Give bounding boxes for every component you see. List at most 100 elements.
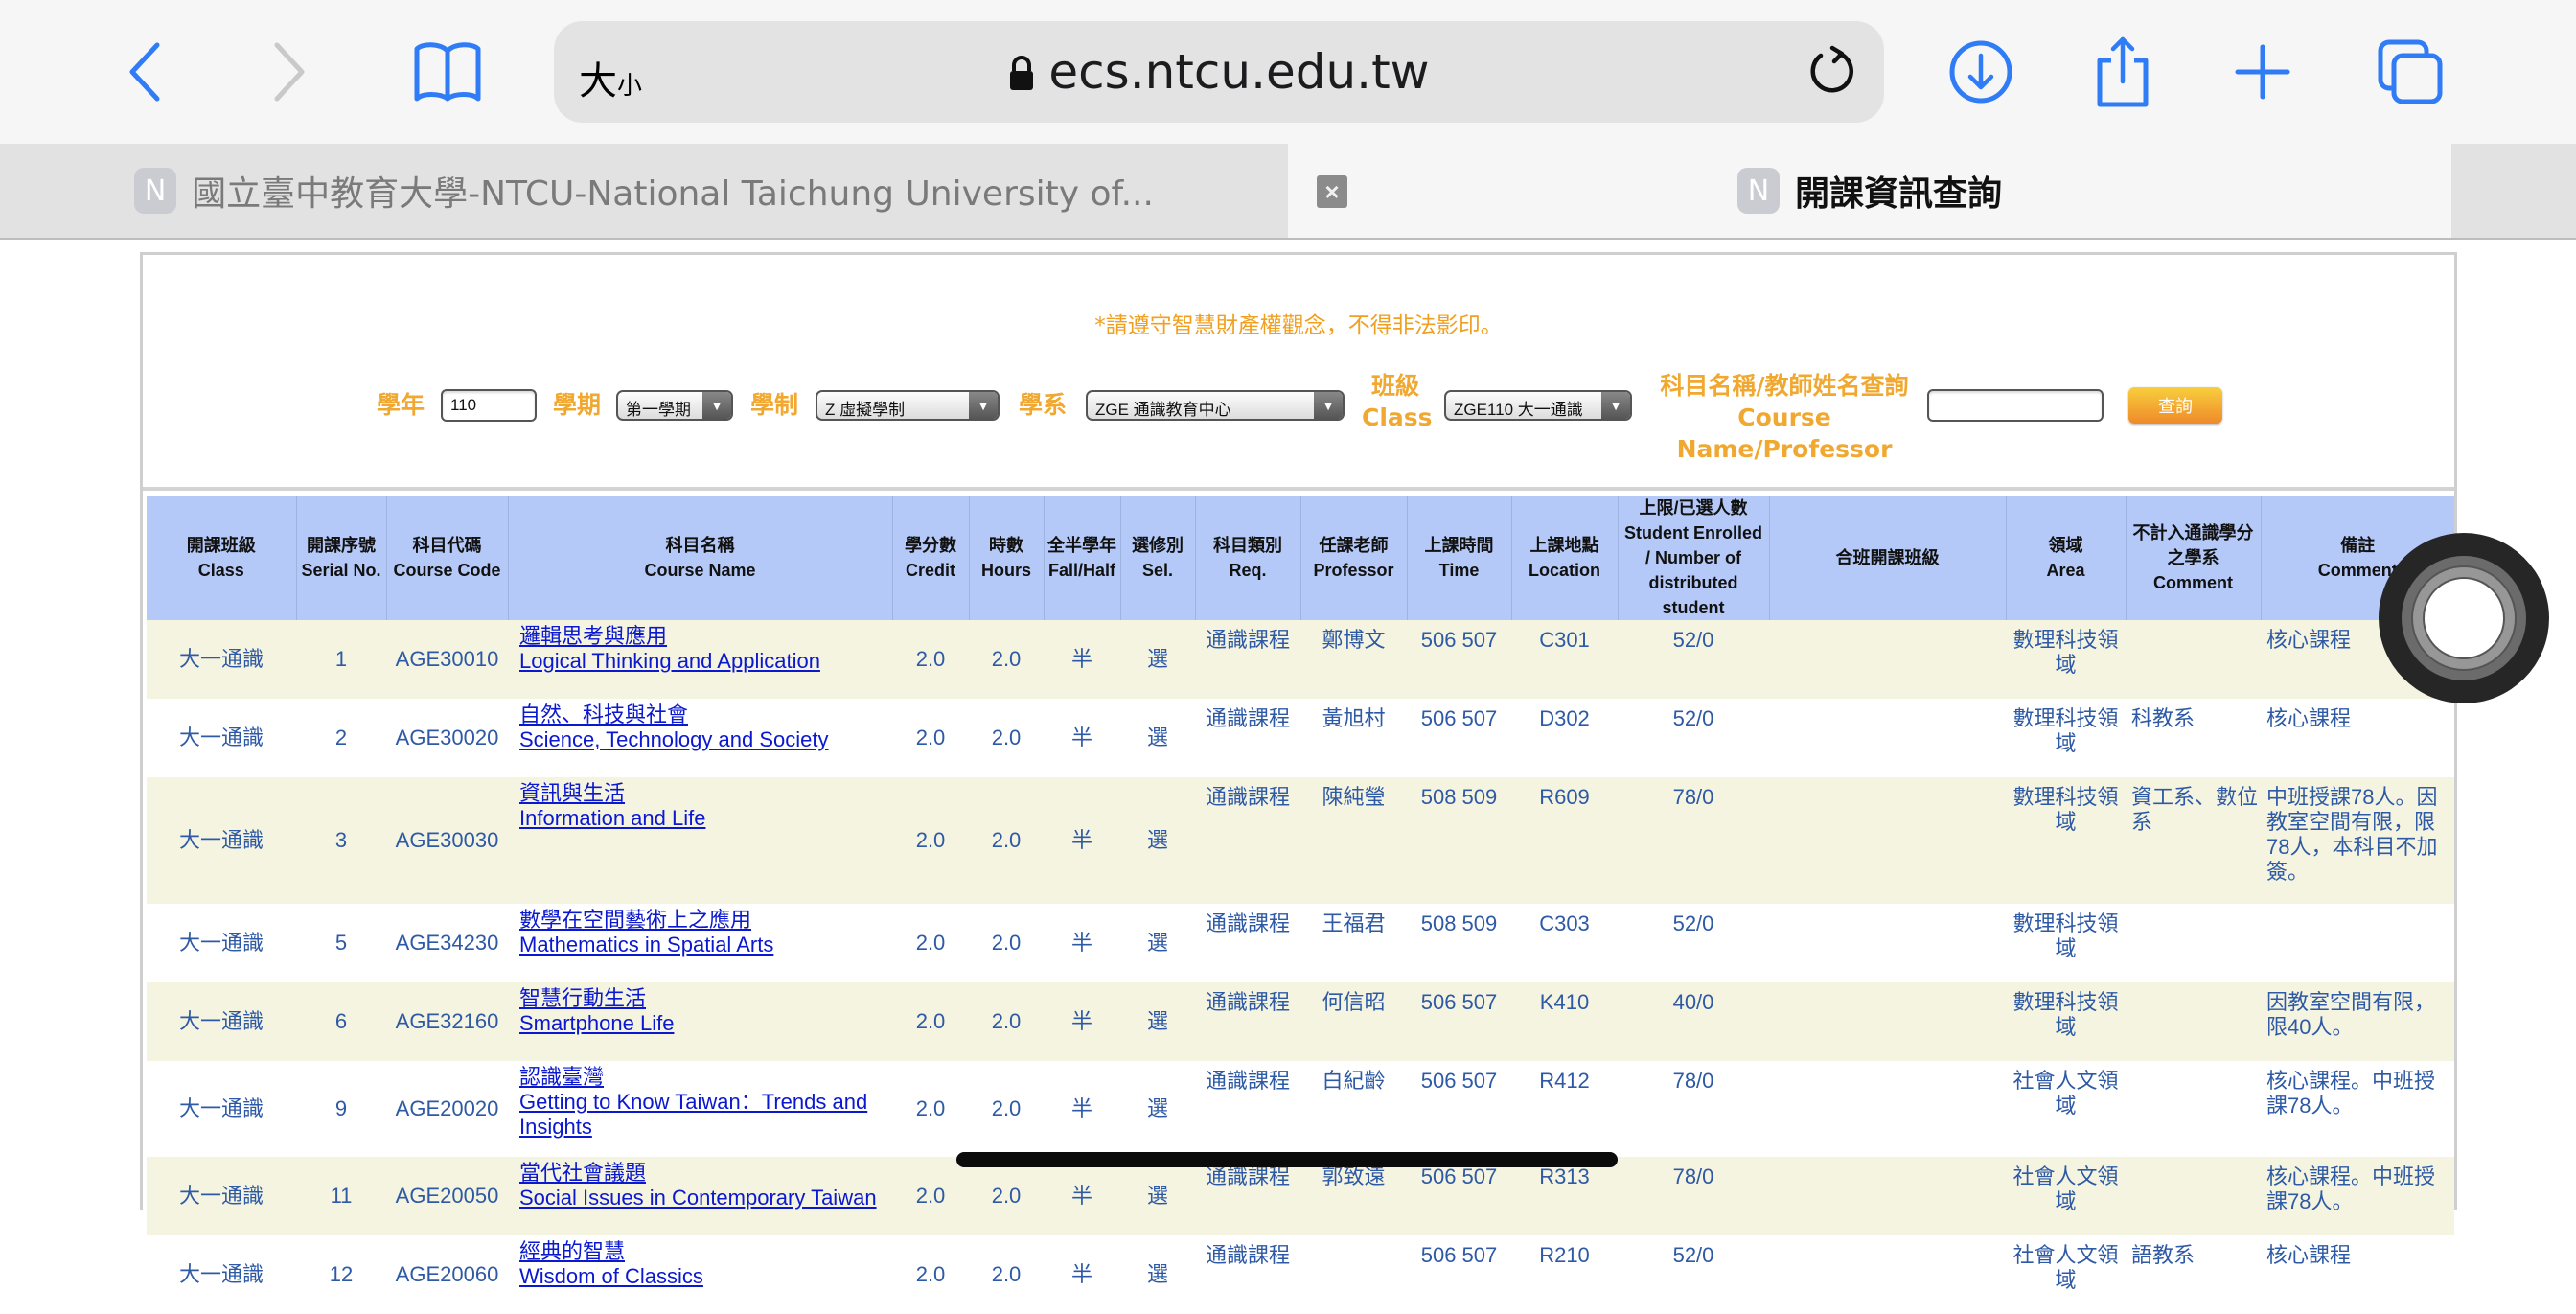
forward-button[interactable] [247, 29, 334, 115]
cell-requirement: 通識課程 [1195, 904, 1300, 982]
cell-area: 數理科技領域 [2006, 982, 2126, 1061]
cell-area: 數理科技領域 [2006, 620, 2126, 699]
url-display[interactable]: ecs.ntcu.edu.tw [554, 44, 1884, 104]
cell-combined-class [1769, 1061, 2006, 1157]
reload-button[interactable] [1804, 44, 1857, 103]
cell-combined-class [1769, 1157, 2006, 1235]
cell-time: 508 509 [1407, 777, 1511, 904]
close-tab-icon[interactable]: × [1317, 175, 1347, 208]
course-name-en-link[interactable]: Science, Technology and Society [519, 727, 892, 752]
assistive-touch-button[interactable] [2379, 533, 2549, 703]
search-button[interactable]: 查詢 [2128, 387, 2222, 424]
new-tab-button[interactable] [2220, 29, 2306, 115]
chevron-right-icon [274, 42, 305, 102]
home-indicator[interactable] [956, 1152, 1618, 1167]
course-name-en-link[interactable]: Mathematics in Spatial Arts [519, 933, 892, 957]
course-name-zh-link[interactable]: 當代社會議題 [519, 1161, 892, 1186]
cell-area: 社會人文領域 [2006, 1235, 2126, 1314]
cell-credit: 2.0 [892, 620, 969, 699]
course-name-zh-link[interactable]: 自然、科技與社會 [519, 703, 892, 727]
cell-course-code: AGE30020 [386, 699, 508, 777]
tab-title: 開課資訊查詢 [1794, 174, 2002, 214]
dropdown-arrow-icon: ▼ [969, 392, 998, 419]
cell-course-code: AGE20020 [386, 1061, 508, 1157]
cell-excluded-dept: 科教系 [2126, 699, 2261, 777]
column-header-serial-no: 開課序號 Serial No. [295, 496, 386, 620]
cell-enrollment: 78/0 [1618, 777, 1769, 904]
cell-time: 506 507 [1407, 699, 1511, 777]
cell-serial-no: 5 [296, 904, 386, 982]
semester-select[interactable]: 第一學期 ▼ [616, 390, 733, 421]
tab-bar: N 國立臺中教育大學-NTCU-National Taichung Univer… [0, 144, 2576, 240]
copyright-notice: *請遵守智慧財產權觀念，不得非法影印。 [1094, 313, 1503, 338]
cell-enrollment: 52/0 [1618, 699, 1769, 777]
cell-hours: 2.0 [969, 699, 1044, 777]
column-header-professor: 任課老師 Professor [1300, 496, 1407, 620]
cell-class: 大一通識 [147, 620, 296, 699]
cell-course-code: AGE34230 [386, 904, 508, 982]
course-name-zh-link[interactable]: 資訊與生活 [519, 781, 892, 806]
cell-excluded-dept [2126, 982, 2261, 1061]
cell-comment: 核心課程 [2261, 1235, 2454, 1314]
column-header-class: 開課班級 Class [147, 496, 296, 620]
cell-course-name: 經典的智慧 Wisdom of Classics [508, 1235, 892, 1314]
cell-fall-half: 半 [1044, 1235, 1120, 1314]
share-button[interactable] [2080, 29, 2166, 115]
bookmarks-button[interactable] [404, 29, 491, 115]
back-button[interactable] [101, 29, 187, 115]
course-name-en-link[interactable]: Logical Thinking and Application [519, 649, 892, 674]
cell-fall-half: 半 [1044, 904, 1120, 982]
cell-time: 506 507 [1407, 982, 1511, 1061]
cell-class: 大一通識 [147, 777, 296, 904]
cell-area: 社會人文領域 [2006, 1157, 2126, 1235]
table-row: 大一通識 9 AGE20020 認識臺灣 Getting to Know Taiwan：… [147, 1061, 2454, 1157]
cell-class: 大一通識 [147, 699, 296, 777]
course-name-zh-link[interactable]: 智慧行動生活 [519, 986, 892, 1011]
cell-location: R609 [1511, 777, 1618, 904]
tab-course-query[interactable]: × N 開課資訊查詢 [1288, 144, 2451, 238]
address-bar[interactable]: 大小 ecs.ntcu.edu.tw [554, 21, 1884, 123]
course-professor-search-input[interactable] [1927, 389, 2104, 422]
course-name-zh-link[interactable]: 經典的智慧 [519, 1239, 892, 1264]
cell-requirement: 通識課程 [1195, 982, 1300, 1061]
cell-fall-half: 半 [1044, 982, 1120, 1061]
cell-excluded-dept [2126, 904, 2261, 982]
favicon-icon: N [134, 168, 177, 214]
system-select[interactable]: Z 虛擬學制 ▼ [816, 390, 1000, 421]
course-name-en-link[interactable]: Getting to Know Taiwan：Trends and Insigh… [519, 1090, 892, 1140]
cell-course-name: 數學在空間藝術上之應用 Mathematics in Spatial Arts [508, 904, 892, 982]
course-name-zh-link[interactable]: 數學在空間藝術上之應用 [519, 908, 892, 933]
year-input[interactable] [441, 389, 537, 422]
cell-serial-no: 12 [296, 1235, 386, 1314]
cell-hours: 2.0 [969, 620, 1044, 699]
course-name-zh-link[interactable]: 邏輯思考與應用 [519, 624, 892, 649]
class-select[interactable]: ZGE110 大一通識 ▼ [1444, 390, 1632, 421]
cell-location: R313 [1511, 1157, 1618, 1235]
cell-selection: 選 [1120, 777, 1195, 904]
course-name-en-link[interactable]: Social Issues in Contemporary Taiwan [519, 1186, 892, 1210]
cell-fall-half: 半 [1044, 777, 1120, 904]
cell-course-name: 邏輯思考與應用 Logical Thinking and Application [508, 620, 892, 699]
cell-area: 數理科技領域 [2006, 699, 2126, 777]
cell-combined-class [1769, 620, 2006, 699]
cell-time: 506 507 [1407, 1235, 1511, 1314]
system-label: 學制 [750, 391, 799, 419]
cell-professor: 白紀齡 [1300, 1061, 1407, 1157]
course-name-en-link[interactable]: Information and Life [519, 806, 892, 831]
course-name-zh-link[interactable]: 認識臺灣 [519, 1065, 892, 1090]
cell-credit: 2.0 [892, 1061, 969, 1157]
course-name-en-link[interactable]: Smartphone Life [519, 1011, 892, 1036]
cell-course-code: AGE30010 [386, 620, 508, 699]
cell-course-name: 自然、科技與社會 Science, Technology and Society [508, 699, 892, 777]
cell-location: R412 [1511, 1061, 1618, 1157]
department-select[interactable]: ZGE 通識教育中心 ▼ [1086, 390, 1345, 421]
course-name-en-link[interactable]: Wisdom of Classics [519, 1264, 892, 1289]
tabs-overview-button[interactable] [2367, 29, 2453, 115]
cell-hours: 2.0 [969, 777, 1044, 904]
cell-comment: 核心課程 [2261, 699, 2454, 777]
tab-ntcu-home[interactable]: N 國立臺中教育大學-NTCU-National Taichung Univer… [0, 144, 1288, 238]
downloads-button[interactable] [1938, 29, 2024, 115]
cell-credit: 2.0 [892, 1157, 969, 1235]
dropdown-arrow-icon: ▼ [1314, 392, 1343, 419]
cell-time: 506 507 [1407, 1061, 1511, 1157]
